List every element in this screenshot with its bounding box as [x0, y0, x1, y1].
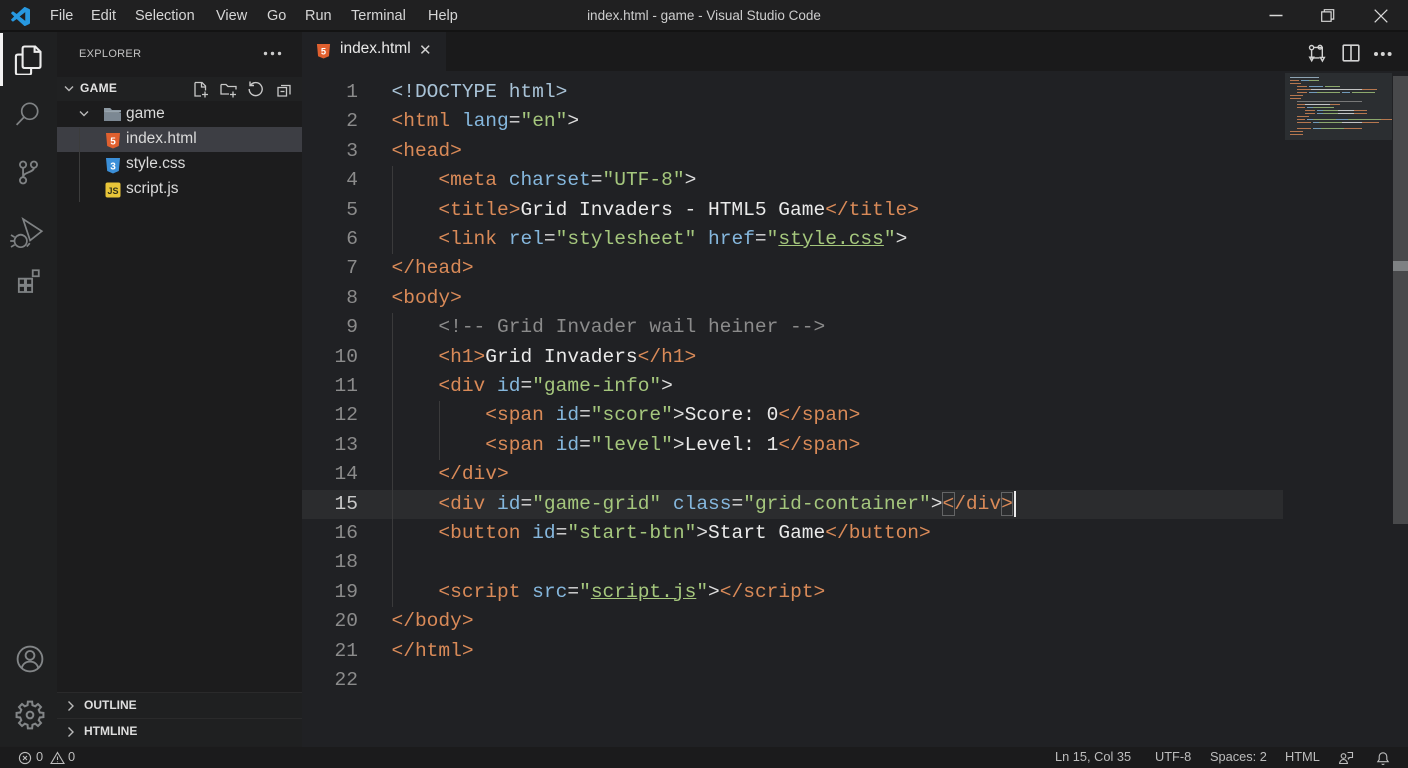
svg-text:5: 5	[321, 47, 326, 57]
svg-text:JS: JS	[107, 186, 118, 196]
svg-text:3: 3	[110, 161, 116, 172]
svg-text:5: 5	[110, 136, 116, 147]
